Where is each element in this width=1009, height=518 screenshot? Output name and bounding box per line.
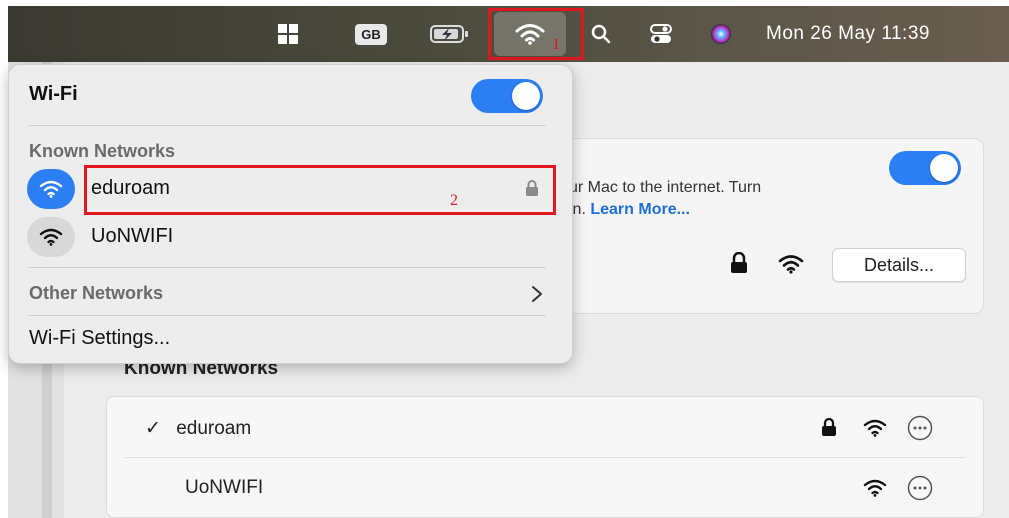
keyboard-layout-badge[interactable]: GB	[346, 6, 396, 62]
divider	[125, 457, 965, 458]
keyboard-layout-label: GB	[355, 23, 387, 45]
list-item[interactable]: ✓ eduroam	[145, 417, 251, 440]
toggle-knob	[512, 82, 540, 110]
wifi-toggle-switch[interactable]	[889, 151, 961, 185]
toggle-knob	[930, 154, 958, 182]
wifi-settings-item[interactable]: Wi-Fi Settings...	[29, 327, 170, 350]
annotation-box-1	[488, 8, 584, 60]
divider	[29, 315, 546, 316]
divider	[29, 267, 546, 268]
more-options-icon[interactable]	[907, 475, 933, 506]
annotation-number-2: 2	[450, 192, 458, 209]
siri-icon[interactable]	[704, 6, 738, 62]
annotation-box-2	[84, 165, 556, 215]
battery-charging-icon[interactable]	[426, 6, 474, 62]
other-networks-item[interactable]: Other Networks	[29, 283, 163, 304]
wifi-menu-title: Wi-Fi	[29, 83, 78, 105]
lock-icon	[821, 417, 837, 442]
list-item[interactable]: UoNWIFI	[185, 477, 263, 499]
wifi-description-line1: ur Mac to the internet. Turn	[569, 179, 762, 196]
wifi-signal-icon	[863, 479, 887, 502]
checkmark-icon: ✓	[145, 418, 161, 439]
known-networks-list: ✓ eduroam UoNWIFI	[106, 396, 984, 518]
network-name: eduroam	[176, 418, 252, 439]
wifi-connected-icon	[27, 169, 75, 209]
network-name: UoNWIFI	[185, 477, 264, 498]
control-center-icon[interactable]	[644, 6, 678, 62]
annotation-number-1: 1	[552, 36, 560, 53]
wifi-menu-toggle[interactable]	[471, 79, 543, 113]
details-button[interactable]: Details...	[832, 248, 966, 282]
wifi-description-line2: in. Learn More...	[569, 201, 690, 219]
known-networks-label: Known Networks	[29, 141, 176, 161]
wifi-signal-icon	[863, 419, 887, 442]
wifi-signal-icon	[778, 254, 804, 279]
wifi-network-icon	[27, 217, 75, 257]
search-icon[interactable]	[586, 6, 616, 62]
lock-icon	[730, 251, 748, 279]
menu-bar-clock[interactable]: Mon 26 May 11:39	[766, 6, 930, 62]
network-item-uonwifi[interactable]: UoNWIFI	[91, 225, 173, 248]
window-grid-icon[interactable]	[270, 6, 306, 62]
more-options-icon[interactable]	[907, 415, 933, 446]
learn-more-link[interactable]: Learn More...	[590, 201, 690, 218]
chevron-right-icon[interactable]	[531, 285, 543, 308]
divider	[29, 125, 546, 126]
